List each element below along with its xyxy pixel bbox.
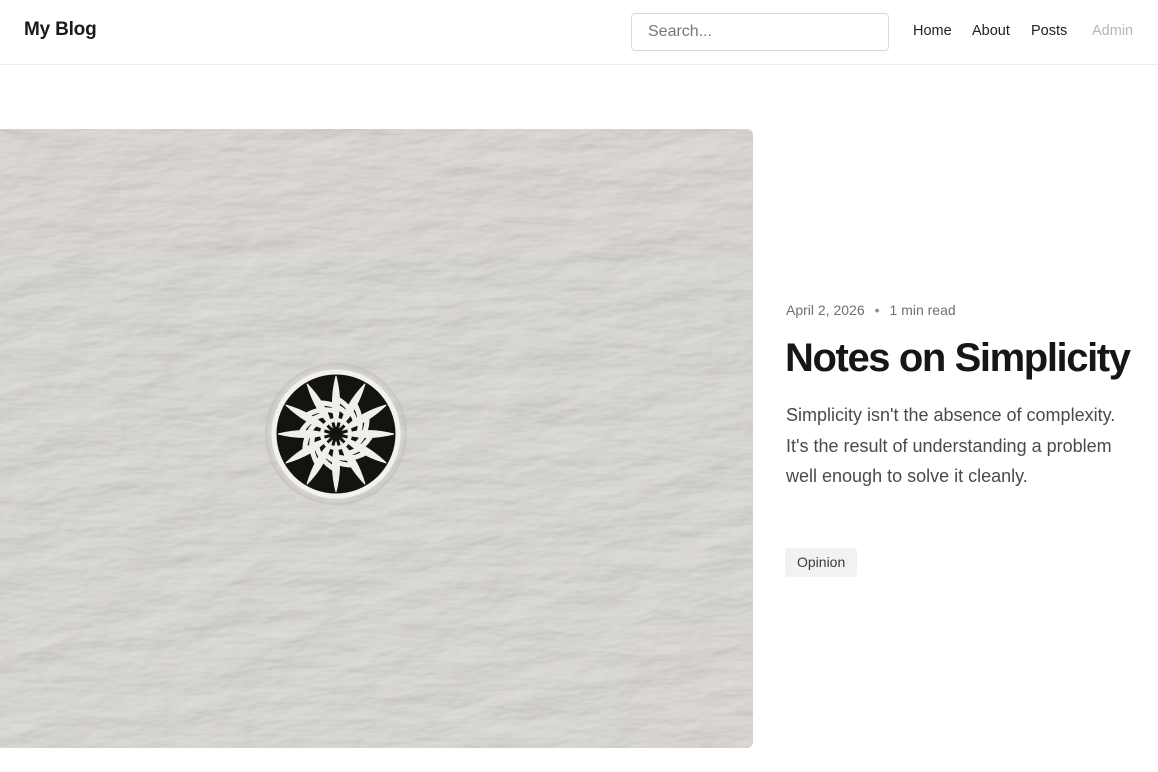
site-header: My Blog Home About Posts Admin (0, 0, 1158, 65)
post-excerpt: Simplicity isn't the absence of complexi… (786, 405, 1116, 486)
meta-separator: • (874, 302, 880, 318)
nav-link-posts[interactable]: Posts (1031, 23, 1067, 39)
post-meta: April 2, 2026 • 1 min read (786, 302, 956, 318)
nav-link-admin[interactable]: Admin (1092, 23, 1133, 39)
search-input[interactable] (631, 13, 889, 51)
drain-grate (265, 363, 407, 505)
hero-drain-photo (0, 129, 753, 748)
tag-opinion[interactable]: Opinion (785, 548, 858, 577)
post-date: April 2, 2026 (786, 302, 865, 318)
post-read-time: 1 min read (889, 302, 956, 318)
site-brand-link[interactable]: My Blog (24, 19, 97, 41)
post-title-link[interactable]: Notes on Simplicity (785, 336, 1131, 381)
nav-link-home[interactable]: Home (913, 23, 952, 39)
post-hero-image[interactable] (0, 129, 753, 748)
nav-link-about[interactable]: About (972, 23, 1010, 39)
